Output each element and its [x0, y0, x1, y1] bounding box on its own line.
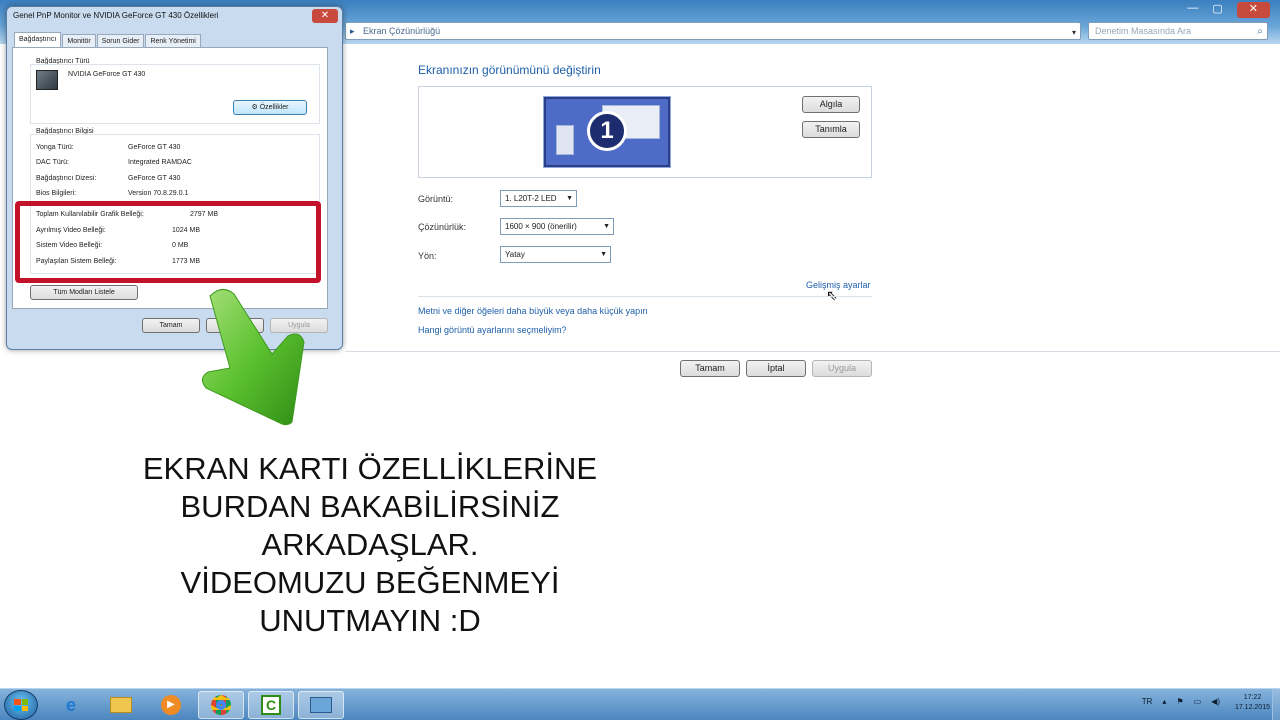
folder-icon[interactable] [98, 691, 144, 719]
address-dropdown-icon[interactable]: ▾ [1072, 25, 1076, 41]
caption-line: EKRAN KARTI ÖZELLİKLERİNE [142, 451, 598, 486]
ie-icon[interactable]: e [48, 691, 94, 719]
dropdown-arrow-icon: ▼ [600, 251, 607, 258]
monitor-window-graphic [556, 125, 574, 155]
display-select[interactable]: 1. L20T-2 LED ▼ [500, 190, 577, 207]
chip-type-value: GeForce GT 430 [128, 144, 181, 151]
search-input[interactable]: Denetim Masasında Ara ⌕ [1088, 22, 1268, 40]
identify-button[interactable]: Tanımla [802, 121, 860, 138]
chip-type-label: Yonga Türü: [36, 144, 74, 151]
tab-troubleshoot[interactable]: Sorun Gider [96, 34, 145, 48]
orientation-label: Yön: [418, 251, 437, 261]
explorer-ok-button[interactable]: Tamam [680, 360, 740, 377]
monitor-1-tile[interactable]: 1 [543, 96, 671, 168]
which-settings-link[interactable]: Hangi görüntü ayarlarını seçmeliyim? [418, 325, 567, 335]
clock-date: 17.12.2015 [1234, 704, 1270, 711]
chrome-icon[interactable] [198, 691, 244, 719]
dropdown-arrow-icon: ▼ [603, 223, 610, 230]
adapter-string-label: Bağdaştırıcı Dizesi: [36, 175, 97, 182]
arrow-up-icon[interactable]: ▴ [1162, 697, 1166, 706]
caption-line: ARKADAŞLAR. [261, 527, 479, 562]
memory-highlight-box [15, 201, 321, 283]
close-window-button[interactable]: ✕ [1236, 2, 1270, 18]
caption-line: BURDAN BAKABİLİRSİNİZ [180, 489, 560, 524]
orientation-select[interactable]: Yatay ▼ [500, 246, 611, 263]
dac-type-label: DAC Türü: [36, 159, 69, 166]
start-button[interactable] [4, 690, 38, 720]
minimize-icon[interactable]: — [1187, 2, 1198, 18]
network-icon[interactable]: ▭ [1194, 697, 1202, 706]
text-size-link[interactable]: Metni ve diğer öğeleri daha büyük veya d… [418, 306, 648, 316]
control-panel-icon[interactable] [298, 691, 344, 719]
explorer-cancel-button[interactable]: İptal [746, 360, 806, 377]
dialog-close-button[interactable]: ✕ [312, 9, 338, 23]
volume-icon[interactable]: ◀) [1211, 697, 1220, 706]
green-arrow-icon [202, 289, 305, 426]
tab-adapter[interactable]: Bağdaştırıcı [14, 32, 62, 48]
address-bar[interactable]: ▸ Ekran Çözünürlüğü ▾ [345, 22, 1081, 40]
system-tray: TR ▴ ⚑ ▭ ◀) [1142, 697, 1220, 706]
search-placeholder: Denetim Masasında Ara [1095, 26, 1192, 36]
graphics-card-icon [36, 70, 58, 90]
bios-info-value: Version 70.8.29.0.1 [128, 190, 189, 197]
dac-type-value: Integrated RAMDAC [128, 159, 192, 166]
shield-icon: ⚙ [251, 104, 260, 111]
explorer-apply-button[interactable]: Uygula [812, 360, 872, 377]
video-caption: EKRAN KARTI ÖZELLİKLERİNE BURDAN BAKABİL… [70, 450, 670, 640]
flag-icon[interactable]: ⚑ [1176, 697, 1183, 706]
show-desktop-button[interactable] [1272, 689, 1280, 720]
camtasia-icon[interactable]: C [248, 691, 294, 719]
caption-line: VİDEOMUZU BEĞENMEYİ [180, 565, 560, 600]
detect-button[interactable]: Algıla [802, 96, 860, 113]
window-controls: — ▢ ✕ [1187, 2, 1270, 18]
divider [418, 296, 872, 297]
clock-time: 17:22 [1243, 694, 1262, 701]
tab-monitor[interactable]: Monitör [62, 34, 96, 48]
resolution-value: 1600 × 900 (önerilir) [505, 222, 577, 231]
taskbar: e ▶ C TR ▴ ⚑ ▭ ◀) 17:22 17.12.2015 [0, 688, 1280, 720]
resolution-label: Çözünürlük: [418, 222, 467, 232]
dropdown-arrow-icon: ▼ [566, 195, 573, 202]
bios-info-label: Bios Bilgileri: [36, 190, 77, 197]
media-player-icon[interactable]: ▶ [148, 691, 194, 719]
orientation-value: Yatay [505, 250, 525, 259]
clock[interactable]: 17:22 17.12.2015 [1235, 693, 1270, 713]
tab-color-management[interactable]: Renk Yönetimi [145, 34, 201, 48]
adapter-name: NVIDIA GeForce GT 430 [68, 71, 146, 78]
dialog-tabs: Bağdaştırıcı Monitör Sorun Gider Renk Yö… [14, 32, 202, 48]
properties-button-label: Özellikler [259, 104, 289, 111]
display-value: 1. L20T-2 LED [505, 194, 557, 203]
advanced-settings-link[interactable]: Gelişmiş ayarlar [806, 280, 871, 290]
monitor-number: 1 [587, 111, 627, 151]
language-indicator[interactable]: TR [1142, 697, 1153, 706]
list-all-modes-button[interactable]: Tüm Modları Listele [30, 285, 138, 300]
page-title: Ekranınızın görünümünü değiştirin [418, 63, 601, 77]
breadcrumb-arrow-icon: ▸ [350, 26, 355, 36]
breadcrumb: Ekran Çözünürlüğü [363, 26, 441, 36]
resolution-select[interactable]: 1600 × 900 (önerilir) ▼ [500, 218, 614, 235]
display-label: Görüntü: [418, 194, 454, 204]
adapter-string-value: GeForce GT 430 [128, 175, 181, 182]
dialog-title: Genel PnP Monitor ve NVIDIA GeForce GT 4… [13, 11, 219, 20]
caption-line: UNUTMAYIN :D [259, 603, 481, 638]
search-icon[interactable]: ⌕ [1257, 24, 1263, 40]
windows-logo-icon [14, 699, 28, 711]
properties-button[interactable]: ⚙ Özellikler [233, 100, 307, 115]
maximize-icon[interactable]: ▢ [1212, 2, 1222, 18]
